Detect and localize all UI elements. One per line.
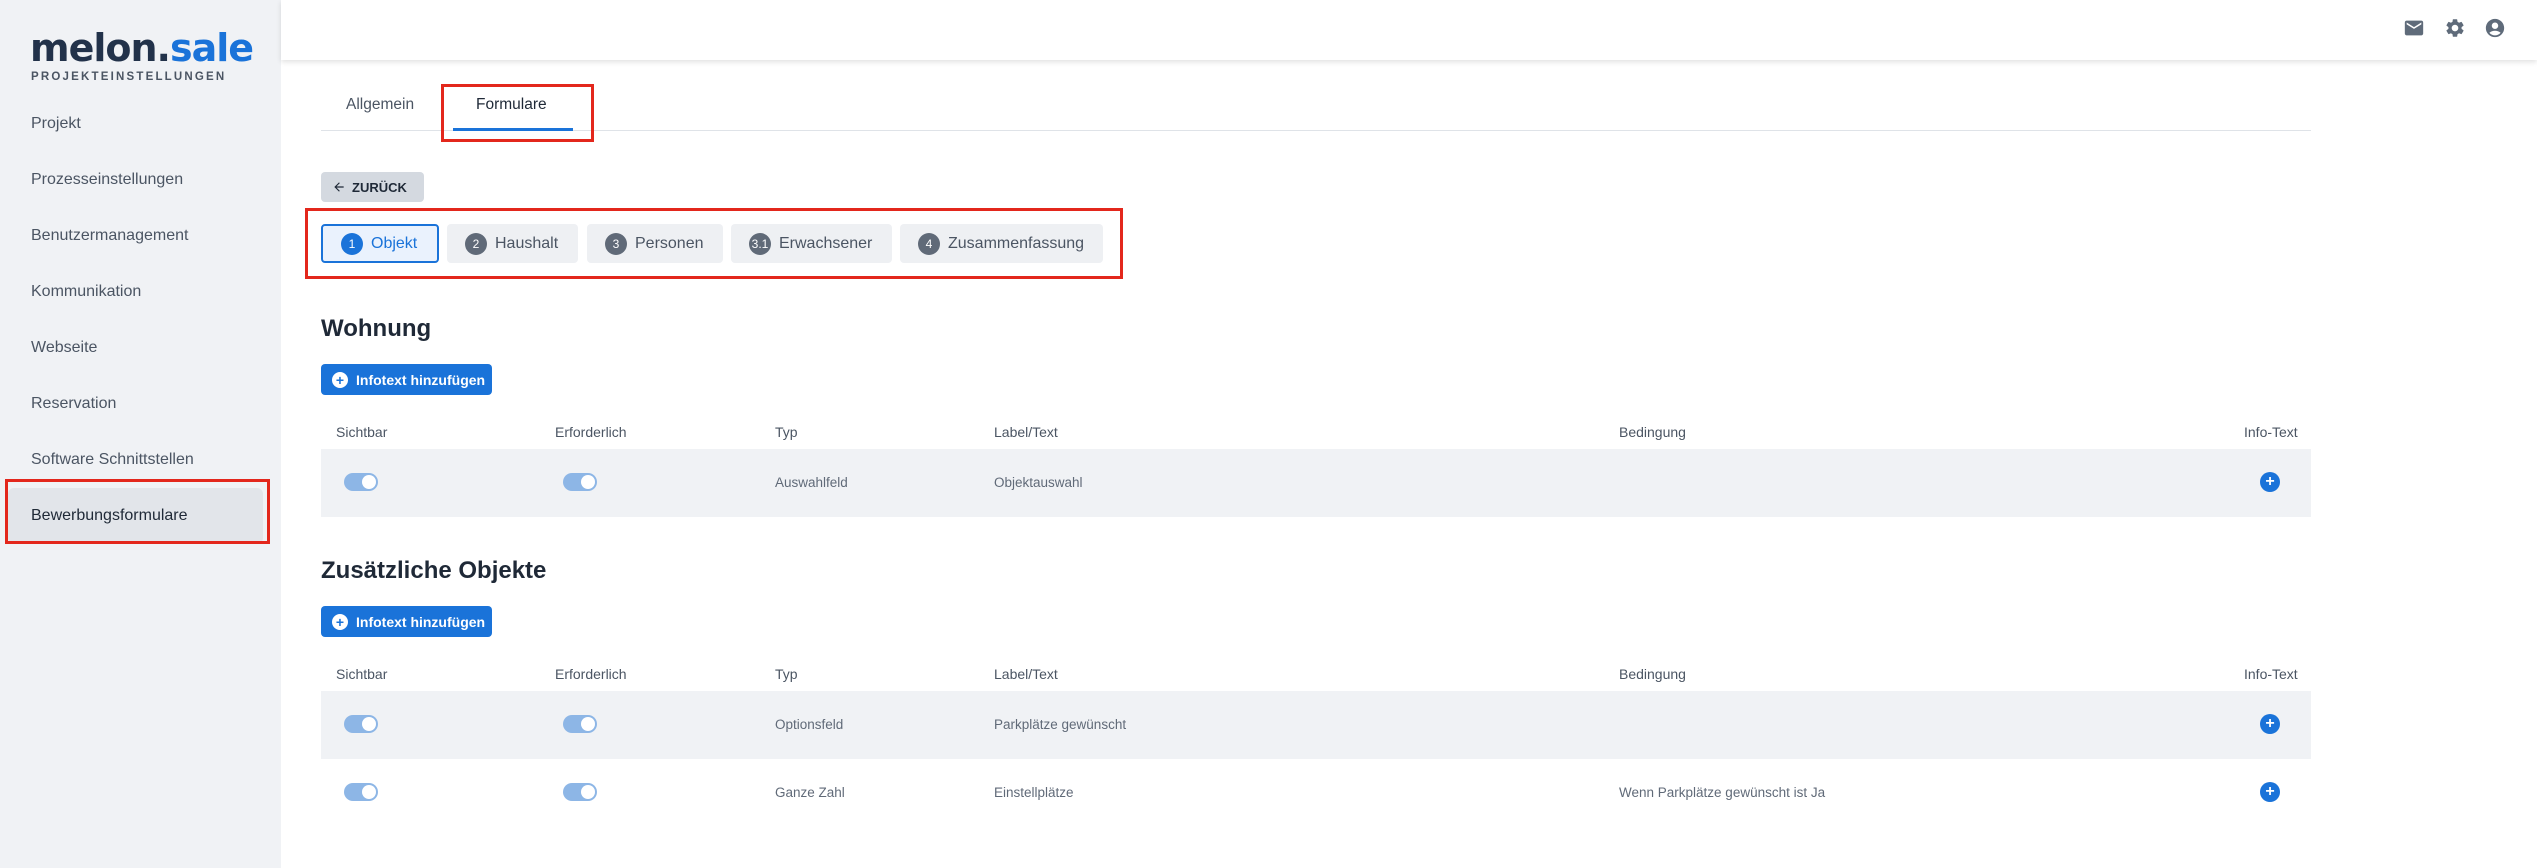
column-header-label: Label/Text [994,666,1058,682]
highlight-box-sidebar [5,479,270,544]
sidebar-item-webseite[interactable]: Webseite [8,320,263,376]
step-label: Objekt [371,234,418,252]
add-infotext-button[interactable]: + Infotext hinzufügen [321,364,492,395]
column-header-visible: Sichtbar [336,424,388,440]
step-personen[interactable]: 3 Personen [587,224,723,263]
row-type: Ganze Zahl [775,785,845,800]
back-button[interactable]: ZURÜCK [321,172,424,202]
sidebar-item-projekt[interactable]: Projekt [8,96,263,152]
logo: melon.sale [30,26,254,70]
column-header-info: Info-Text [2244,424,2298,440]
sidebar-subtitle: PROJEKTEINSTELLUNGEN [31,71,227,83]
row-type: Optionsfeld [775,717,844,732]
visible-toggle[interactable] [344,783,378,801]
section-title: Zusätzliche Objekte [321,557,547,584]
visible-toggle[interactable] [344,715,378,733]
column-header-condition: Bedingung [1619,666,1686,682]
table-row [321,691,2311,759]
add-infotext-button[interactable]: + Infotext hinzufügen [321,606,492,637]
row-condition: Wenn Parkplätze gewünscht ist Ja [1619,785,1826,800]
tabs-divider [321,130,2311,131]
logo-text-part2: sale [170,26,254,70]
tab-allgemein[interactable]: Allgemein [346,96,414,114]
step-objekt[interactable]: 1 Objekt [321,224,439,263]
sidebar-item-benutzermanagement[interactable]: Benutzermanagement [8,208,263,264]
add-info-text-icon[interactable]: + [2260,782,2280,802]
add-infotext-label: Infotext hinzufügen [356,371,486,388]
row-label: Parkplätze gewünscht [994,717,1127,732]
column-header-required: Erforderlich [555,666,627,682]
required-toggle[interactable] [563,783,597,801]
step-number: 1 [341,232,363,255]
step-number: 2 [465,232,487,255]
step-zusammenfassung[interactable]: 4 Zusammenfassung [900,224,1103,263]
sidebar-item-prozesseinstellungen[interactable]: Prozesseinstellungen [8,152,263,208]
step-number: 3.1 [749,232,771,255]
column-header-condition: Bedingung [1619,424,1686,440]
step-erwachsener[interactable]: 3.1 Erwachsener [731,224,892,263]
column-header-visible: Sichtbar [336,666,388,682]
column-header-label: Label/Text [994,424,1058,440]
section-title: Wohnung [321,315,432,342]
plus-circle-icon: + [332,371,348,388]
plus-circle-icon: + [332,613,348,630]
column-header-type: Typ [775,666,798,682]
step-number: 3 [605,232,627,255]
sidebar-item-kommunikation[interactable]: Kommunikation [8,264,263,320]
mail-icon[interactable] [2403,17,2425,39]
step-label: Zusammenfassung [948,234,1085,252]
step-label: Personen [635,234,704,252]
top-bar [281,0,2537,60]
step-label: Haushalt [495,234,559,252]
arrow-left-icon [334,182,344,192]
required-toggle[interactable] [563,473,597,491]
row-type: Auswahlfeld [775,475,848,490]
sidebar-item-reservation[interactable]: Reservation [8,376,263,432]
visible-toggle[interactable] [344,473,378,491]
highlight-box-tabs [441,84,594,142]
step-label: Erwachsener [779,234,873,252]
column-header-type: Typ [775,424,798,440]
step-number: 4 [918,232,940,255]
step-haushalt[interactable]: 2 Haushalt [447,224,578,263]
add-info-text-icon[interactable]: + [2260,472,2280,492]
table-row [321,449,2311,517]
back-button-label: ZURÜCK [352,179,407,195]
required-toggle[interactable] [563,715,597,733]
add-infotext-label: Infotext hinzufügen [356,613,486,630]
column-header-required: Erforderlich [555,424,627,440]
row-label: Objektauswahl [994,475,1083,490]
sidebar: melon.sale PROJEKTEINSTELLUNGEN Projekt … [0,0,281,868]
logo-text-part1: melon. [30,26,171,70]
column-header-info: Info-Text [2244,666,2298,682]
row-label: Einstellplätze [994,785,1074,800]
gear-icon[interactable] [2444,17,2466,39]
account-icon[interactable] [2484,17,2506,39]
add-info-text-icon[interactable]: + [2260,714,2280,734]
table-row [321,759,2311,827]
